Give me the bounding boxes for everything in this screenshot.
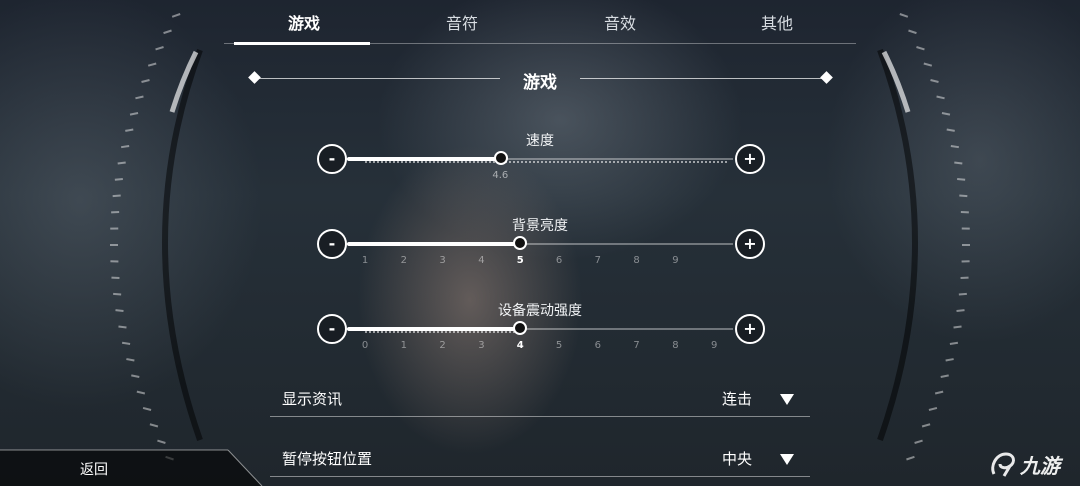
tick-label: 8 [633,255,640,266]
display-info-label: 显示资讯 [282,390,343,408]
tab-sound-effects[interactable]: 音效 [580,10,660,40]
tick-label: 9 [672,255,679,266]
tick-label: 1 [400,340,407,351]
tick-label: 3 [439,255,446,266]
tick-label: 9 [711,340,718,351]
brightness-decrease-button[interactable]: - [317,229,347,259]
watermark-logo: 九游 [991,452,1064,478]
back-label: 返回 [80,462,108,478]
tab-bar: 游戏 音符 音效 其他 [224,0,856,46]
speed-value: 4.6 [492,170,509,181]
tick-label: 5 [516,255,524,266]
tick-label: 7 [633,340,640,351]
display-info-dropdown[interactable]: 显示资讯 连击 [270,382,810,417]
vibration-decrease-button[interactable]: - [317,314,347,344]
pause-button-position-label: 暂停按钮位置 [282,450,373,468]
pause-button-position-value: 中央 [721,450,752,468]
section-right-line [580,78,822,79]
background-brightness-slider: 背景亮度 - 1 2 3 4 5 6 7 8 9 + [315,213,765,293]
tab-active-indicator [234,42,370,45]
tick-label: 8 [672,340,679,351]
tick-label: 4 [478,255,485,266]
vibration-increase-button[interactable]: + [735,314,765,344]
background-brightness-label: 背景亮度 [512,218,568,234]
brightness-track-fill [347,242,521,246]
display-info-value: 连击 [721,390,752,408]
section-title: 游戏 [523,73,557,93]
speed-track-dots [365,159,727,163]
brightness-slider-knob[interactable] [513,236,528,250]
watermark-text: 九游 [1019,454,1064,478]
speed-label: 速度 [526,133,554,149]
tick-label: 5 [555,340,563,351]
speed-slider: 速度 - 4.6 + [315,128,765,208]
vibration-slider-knob[interactable] [513,321,528,335]
tab-other[interactable]: 其他 [737,10,817,40]
pause-button-position-dropdown[interactable]: 暂停按钮位置 中央 [270,442,810,477]
vibration-strength-slider: 设备震动强度 - 0 1 2 3 4 5 6 7 8 9 + [315,298,765,378]
tick-label: 2 [439,340,446,351]
tick-label: 4 [516,340,524,351]
tick-label: 3 [478,340,485,351]
brightness-increase-button[interactable]: + [735,229,765,259]
brightness-track[interactable] [347,242,733,246]
vibration-track-dots [365,329,515,333]
chevron-down-icon [780,454,794,465]
section-left-line [258,78,500,79]
back-button[interactable]: 返回 [0,450,260,486]
speed-decrease-button[interactable]: - [317,144,347,174]
speed-increase-button[interactable]: + [735,144,765,174]
chevron-down-icon [780,394,794,405]
vibration-strength-label: 设备震动强度 [498,303,582,319]
tick-label: 6 [555,255,563,266]
tick-label: 7 [594,255,601,266]
tick-label: 2 [400,255,407,266]
tick-label: 1 [361,255,369,266]
tab-notes[interactable]: 音符 [422,10,502,40]
tab-game[interactable]: 游戏 [264,10,344,40]
tick-label: 6 [594,340,601,351]
tick-label: 0 [361,340,369,351]
